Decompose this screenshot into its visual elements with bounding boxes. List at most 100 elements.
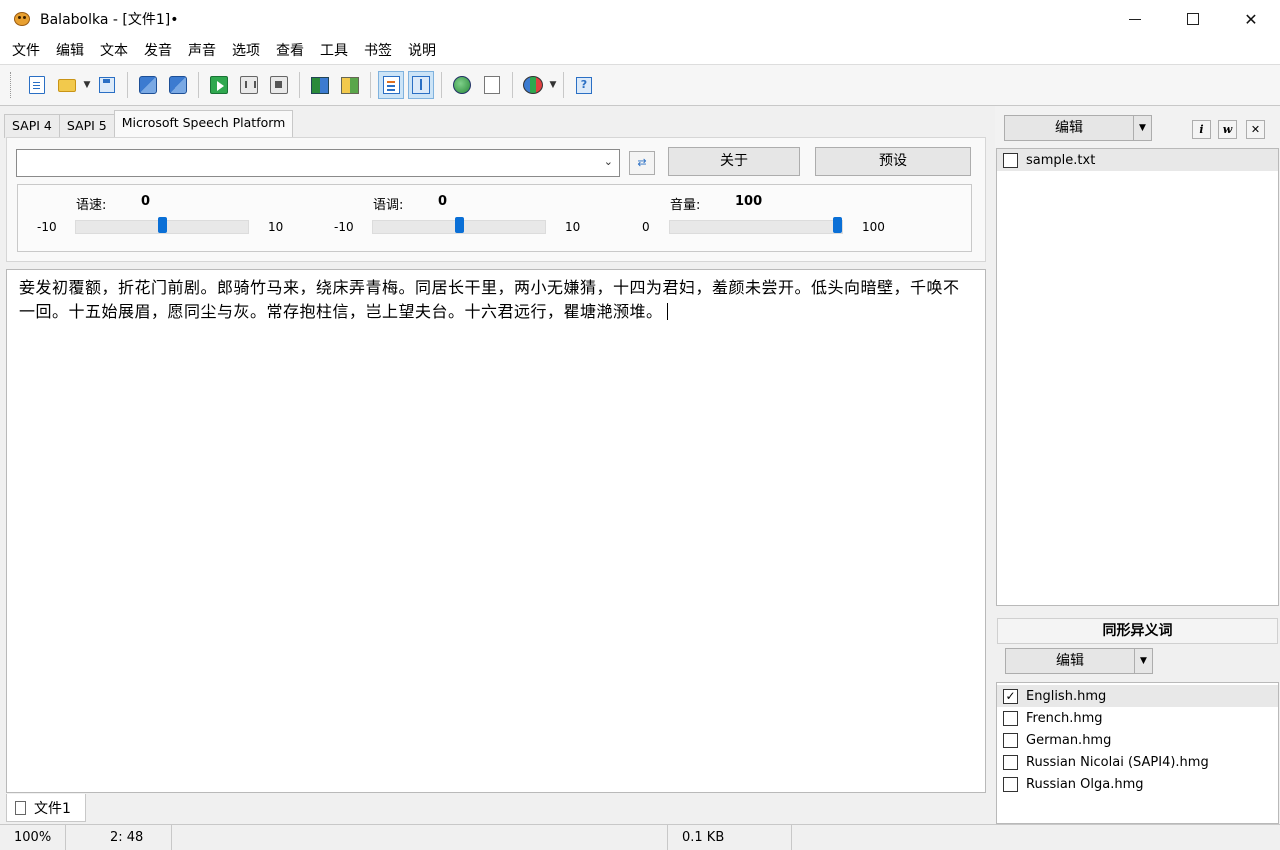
menu-tools[interactable]: 工具 xyxy=(312,38,356,64)
presets-button[interactable]: 预设 xyxy=(815,147,971,176)
open-file-button[interactable] xyxy=(54,71,80,99)
page-button[interactable] xyxy=(479,71,505,99)
voices-button[interactable] xyxy=(520,71,546,99)
chevron-down-icon: ⌄ xyxy=(603,155,613,168)
homograph-checkbox[interactable] xyxy=(1003,754,1018,770)
close-panel-button[interactable]: ✕ xyxy=(1246,120,1265,139)
spell-check-button[interactable] xyxy=(449,71,475,99)
rate-slider-thumb[interactable] xyxy=(158,217,167,233)
editor-content[interactable]: 妾发初覆额，折花门前剧。郎骑竹马来，绕床弄青梅。同居长干里，两小无嫌猜，十四为君… xyxy=(19,276,971,324)
menu-help[interactable]: 说明 xyxy=(400,38,444,64)
play-icon xyxy=(210,76,228,94)
homograph-edit-label: 编辑 xyxy=(1056,653,1084,669)
menu-file[interactable]: 文件 xyxy=(4,38,48,64)
stop-icon xyxy=(270,76,288,94)
tab-microsoft-speech-platform[interactable]: Microsoft Speech Platform xyxy=(113,110,294,138)
toolbar-separator xyxy=(512,72,513,98)
list-item[interactable]: Russian Olga.hmg xyxy=(997,773,1278,795)
help-button[interactable]: ? xyxy=(571,71,597,99)
text-list-button[interactable] xyxy=(378,71,404,99)
close-icon: ✕ xyxy=(1244,9,1258,29)
menu-bookmarks[interactable]: 书签 xyxy=(356,38,400,64)
chevron-down-icon[interactable]: ▼ xyxy=(1134,649,1152,673)
toolbar-grip[interactable] xyxy=(10,72,14,98)
volume-slider-thumb[interactable] xyxy=(833,217,842,233)
menu-pronunciation[interactable]: 发音 xyxy=(136,38,180,64)
list-item[interactable]: Russian Nicolai (SAPI4).hmg xyxy=(997,751,1278,773)
menu-voice[interactable]: 声音 xyxy=(180,38,224,64)
rate-label: 语速: xyxy=(76,198,107,213)
file-list-toolbar: 编辑 ▼ i w ✕ xyxy=(995,106,1280,148)
homograph-name: German.hmg xyxy=(1026,732,1112,748)
voices-icon xyxy=(523,76,543,94)
tab-sapi4[interactable]: SAPI 4 xyxy=(4,114,60,138)
homograph-checkbox[interactable] xyxy=(1003,776,1018,792)
open-book-icon xyxy=(341,76,359,94)
pitch-slider[interactable] xyxy=(372,217,546,234)
spell-check-icon xyxy=(453,76,471,94)
homograph-checkbox[interactable] xyxy=(1003,732,1018,748)
toolbar: ▼ ▼ ? xyxy=(0,64,1280,106)
voices-dropdown-icon[interactable]: ▼ xyxy=(548,80,558,90)
toolbar-separator xyxy=(198,72,199,98)
menu-options[interactable]: 选项 xyxy=(224,38,268,64)
swap-voice-button[interactable]: ⇄ xyxy=(629,151,655,175)
list-item[interactable]: ✓ English.hmg xyxy=(997,685,1278,707)
chevron-down-icon[interactable]: ▼ xyxy=(1133,116,1151,140)
side-panel: 编辑 ▼ i w ✕ sample.txt 同形异义词 编辑 ▼ ✓ Engli… xyxy=(995,106,1280,824)
file-checkbox[interactable] xyxy=(1003,152,1018,168)
close-window-button[interactable]: ✕ xyxy=(1222,0,1280,38)
file-edit-label: 编辑 xyxy=(1055,120,1083,136)
info-button[interactable]: i xyxy=(1192,120,1211,139)
rate-slider[interactable] xyxy=(75,217,249,234)
homograph-checkbox[interactable] xyxy=(1003,710,1018,726)
menu-view[interactable]: 查看 xyxy=(268,38,312,64)
save-audio-split-icon xyxy=(169,76,187,94)
list-item[interactable]: sample.txt xyxy=(997,149,1278,171)
list-item[interactable]: French.hmg xyxy=(997,707,1278,729)
homograph-name: Russian Olga.hmg xyxy=(1026,776,1144,792)
list-item[interactable]: German.hmg xyxy=(997,729,1278,751)
save-audio-split-button[interactable] xyxy=(165,71,191,99)
pause-icon xyxy=(240,76,258,94)
homograph-edit-split-button[interactable]: 编辑 ▼ xyxy=(1005,648,1153,674)
file-name: sample.txt xyxy=(1026,152,1096,168)
minimize-button[interactable] xyxy=(1106,0,1164,38)
volume-min: 0 xyxy=(642,220,650,234)
stop-button[interactable] xyxy=(266,71,292,99)
save-icon xyxy=(99,77,115,93)
read-clipboard-button[interactable] xyxy=(307,71,333,99)
homograph-header: 同形异义词 xyxy=(997,618,1278,644)
pitch-slider-thumb[interactable] xyxy=(455,217,464,233)
toolbar-separator xyxy=(441,72,442,98)
toolbar-separator xyxy=(299,72,300,98)
window-controls: ✕ xyxy=(1106,0,1280,38)
pause-button[interactable] xyxy=(236,71,262,99)
text-editor[interactable]: 妾发初覆额，折花门前剧。郎骑竹马来，绕床弄青梅。同居长干里，两小无嫌猜，十四为君… xyxy=(6,269,986,793)
save-audio-button[interactable] xyxy=(135,71,161,99)
rate-min: -10 xyxy=(37,220,57,234)
status-zoom: 100% xyxy=(0,825,66,850)
play-button[interactable] xyxy=(206,71,232,99)
save-button[interactable] xyxy=(94,71,120,99)
menu-text[interactable]: 文本 xyxy=(92,38,136,64)
balabolka-app-icon[interactable] xyxy=(12,11,32,27)
volume-max: 100 xyxy=(862,220,885,234)
file-edit-split-button[interactable]: 编辑 ▼ xyxy=(1004,115,1152,141)
menu-edit[interactable]: 编辑 xyxy=(48,38,92,64)
open-recent-dropdown-icon[interactable]: ▼ xyxy=(82,80,92,90)
homograph-checkbox-checked[interactable]: ✓ xyxy=(1003,688,1018,704)
word-button[interactable]: w xyxy=(1218,120,1237,139)
tab-sapi5[interactable]: SAPI 5 xyxy=(58,114,115,138)
split-view-button[interactable] xyxy=(408,71,434,99)
maximize-button[interactable] xyxy=(1164,0,1222,38)
volume-slider[interactable] xyxy=(669,217,843,234)
document-tab[interactable]: 文件1 xyxy=(6,794,86,822)
pitch-label: 语调: xyxy=(373,198,404,213)
pitch-value: 0 xyxy=(438,194,448,209)
status-cursor-position: 2: 48 xyxy=(96,825,172,850)
voice-select[interactable]: ⌄ xyxy=(16,149,620,177)
about-button[interactable]: 关于 xyxy=(668,147,800,176)
open-book-button[interactable] xyxy=(337,71,363,99)
new-document-button[interactable] xyxy=(24,71,50,99)
